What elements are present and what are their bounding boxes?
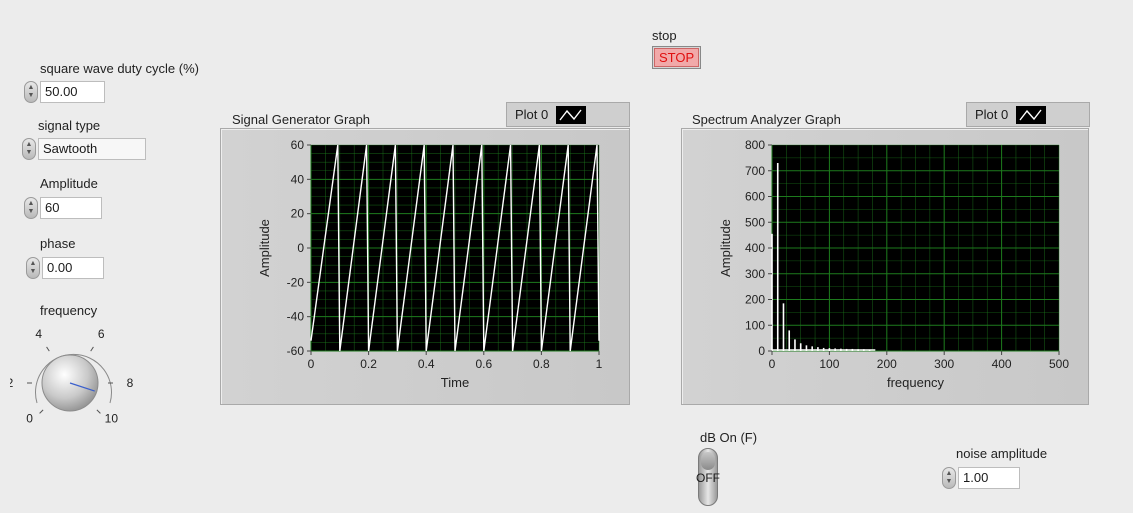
- noise-amplitude-control: ▲ ▼ 1.00: [942, 467, 1020, 489]
- y-tick-label: -40: [287, 310, 305, 324]
- spectrum-analyzer-chart: 0 100 200 300 400 500 800 700 600 500 400 300 200 100…: [718, 138, 1069, 390]
- phase-label: phase: [40, 236, 76, 251]
- x-tick-label: 200: [877, 357, 897, 371]
- knob-tick-label: 0: [26, 411, 33, 425]
- x-axis-label: frequency: [887, 375, 945, 390]
- signal-type-label: signal type: [38, 118, 101, 133]
- y-tick-label: -20: [287, 275, 305, 289]
- knob-tick-label: 10: [105, 411, 119, 425]
- increment-icon: ▲: [945, 470, 953, 477]
- increment-icon: ▲: [27, 200, 35, 207]
- y-axis-label: Amplitude: [718, 219, 733, 277]
- x-tick-label: 300: [934, 357, 954, 371]
- increment-icon: ▲: [27, 84, 35, 91]
- x-tick-label: 400: [992, 357, 1012, 371]
- y-tick-label: 40: [291, 172, 305, 186]
- frequency-label: frequency: [40, 303, 98, 318]
- y-tick-label: 0: [297, 241, 304, 255]
- x-axis-label: Time: [441, 375, 469, 390]
- spectrum-graph: 0 100 200 300 400 500 800 700 600 500 400 300 200 100…: [681, 128, 1089, 405]
- signal-generator-chart: 0 0.2 0.4 0.6 0.8 1 60 40 20 0 -20 -40 -60 Time Amplit…: [257, 138, 603, 390]
- x-tick-label: 100: [819, 357, 839, 371]
- y-tick-label: 0: [758, 344, 765, 358]
- noise-amplitude-input[interactable]: 1.00: [958, 467, 1020, 489]
- toggle-knob: [701, 452, 715, 470]
- y-tick-label: 100: [745, 318, 765, 332]
- y-tick-label: 600: [745, 190, 765, 204]
- decrement-icon: ▼: [25, 149, 33, 156]
- spectrum-graph-title: Spectrum Analyzer Graph: [692, 112, 841, 127]
- stop-label: stop: [652, 28, 677, 43]
- amplitude-label: Amplitude: [40, 176, 98, 191]
- x-tick-label: 0.2: [360, 357, 377, 371]
- x-tick-label: 0: [308, 357, 315, 371]
- x-tick-label: 0.6: [475, 357, 492, 371]
- knob-tick: [96, 409, 101, 414]
- y-tick-label: 700: [745, 164, 765, 178]
- decrement-icon: ▼: [27, 92, 35, 99]
- x-tick-label: 1: [596, 357, 603, 371]
- knob-tick-label: 6: [98, 327, 105, 341]
- decrement-icon: ▼: [29, 268, 37, 275]
- y-tick-label: 60: [291, 138, 305, 152]
- line-plot-icon: [1016, 105, 1047, 124]
- knob-tick: [39, 409, 44, 414]
- signal-type-ring[interactable]: Sawtooth: [38, 138, 146, 160]
- db-on-label: dB On (F): [700, 430, 758, 445]
- line-plot-icon: [556, 105, 587, 124]
- y-tick-label: 200: [745, 293, 765, 307]
- y-tick-label: 500: [745, 215, 765, 229]
- noise-amplitude-spinner[interactable]: ▲ ▼: [942, 467, 956, 489]
- knob-tick-label: 2: [10, 376, 14, 390]
- y-tick-label: 20: [291, 207, 305, 221]
- signal-plot-legend[interactable]: Plot 0: [506, 102, 630, 127]
- knob-tick-label: 8: [127, 376, 134, 390]
- noise-amplitude-label: noise amplitude: [956, 446, 1048, 461]
- increment-icon: ▲: [25, 141, 33, 148]
- toggle-state-text: OFF: [696, 471, 720, 485]
- phase-control: ▲ ▼ 0.00: [26, 257, 104, 279]
- duty-cycle-spinner[interactable]: ▲ ▼: [24, 81, 38, 103]
- spectrum-plot-legend[interactable]: Plot 0: [966, 102, 1090, 127]
- phase-input[interactable]: 0.00: [42, 257, 104, 279]
- knob-tick: [46, 346, 50, 352]
- signal-type-control: ▲ ▼ Sawtooth: [22, 138, 146, 160]
- amplitude-input[interactable]: 60: [40, 197, 102, 219]
- decrement-icon: ▼: [945, 478, 953, 485]
- signal-graph-title: Signal Generator Graph: [232, 112, 371, 127]
- y-tick-label: 300: [745, 267, 765, 281]
- x-tick-label: 0.4: [418, 357, 435, 371]
- x-tick-label: 0: [769, 357, 776, 371]
- spectrum-plot-legend-name: Plot 0: [975, 107, 1009, 122]
- y-tick-label: 400: [745, 241, 765, 255]
- increment-icon: ▲: [29, 260, 37, 267]
- y-tick-label: -60: [287, 344, 305, 358]
- frequency-knob-area: 0 2 4 6 8 10: [10, 327, 134, 425]
- signal-plot-legend-name: Plot 0: [515, 107, 549, 122]
- signal-type-spinner[interactable]: ▲ ▼: [22, 138, 36, 160]
- amplitude-spinner[interactable]: ▲ ▼: [24, 197, 38, 219]
- x-tick-label: 0.8: [533, 357, 550, 371]
- x-tick-label: 500: [1049, 357, 1069, 371]
- duty-cycle-input[interactable]: 50.00: [40, 81, 105, 103]
- amplitude-control: ▲ ▼ 60: [24, 197, 102, 219]
- knob-tick: [90, 346, 94, 352]
- duty-cycle-label: square wave duty cycle (%): [40, 61, 199, 76]
- y-tick-label: 800: [745, 138, 765, 152]
- duty-cycle-control: ▲ ▼ 50.00: [24, 81, 105, 103]
- y-axis-label: Amplitude: [257, 219, 272, 277]
- knob-tick-label: 4: [35, 327, 42, 341]
- decrement-icon: ▼: [27, 208, 35, 215]
- stop-button[interactable]: STOP: [652, 46, 702, 69]
- db-on-toggle[interactable]: OFF: [696, 448, 720, 506]
- phase-spinner[interactable]: ▲ ▼: [26, 257, 40, 279]
- stop-button-text: STOP: [654, 48, 700, 67]
- signal-graph: 0 0.2 0.4 0.6 0.8 1 60 40 20 0 -20 -40 -60 Time Amplit…: [220, 128, 630, 405]
